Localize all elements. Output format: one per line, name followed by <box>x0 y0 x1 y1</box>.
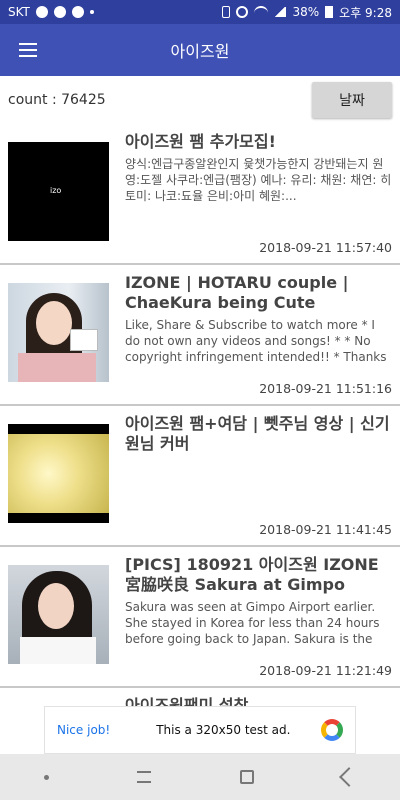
item-description: Like, Share & Subscribe to watch more * … <box>125 318 387 364</box>
battery-icon <box>325 6 334 18</box>
item-title: IZONE | HOTARU couple | ChaeKura being C… <box>125 273 349 312</box>
item-description: 양식:엔급구종알완인지 윷챗가능한지 강반돼는지 원영:도젤 사쿠라:엔급(팸장… <box>125 157 392 203</box>
ad-text: This a 320x50 test ad. <box>156 723 291 737</box>
signal-icon <box>274 7 287 17</box>
wifi-icon <box>254 6 269 18</box>
chat-icon <box>35 6 48 18</box>
item-title: [PICS] 180921 아이즈원 IZONE 宮脇咲良 Sakura at … <box>125 555 379 594</box>
thumbnail-image <box>8 424 109 523</box>
app-title: 아이즈원 <box>170 42 230 61</box>
more-notifications-icon <box>89 10 94 14</box>
ad-banner[interactable]: Nice job! This a 320x50 test ad. <box>44 706 356 754</box>
app-bar: 아이즈원 <box>0 24 400 76</box>
list-item[interactable]: IZONE | HOTARU couple | ChaeKura being C… <box>0 265 400 406</box>
thumbnail-image <box>8 565 109 664</box>
nav-dot-icon[interactable] <box>44 774 50 780</box>
date-sort-button[interactable]: 날짜 <box>312 82 392 118</box>
thumbnail-logo: iᴢo <box>50 186 62 195</box>
notification-icon <box>71 6 84 18</box>
item-date: 2018-09-21 11:21:49 <box>259 663 392 678</box>
item-description: Sakura was seen at Gimpo Airport earlier… <box>125 600 380 646</box>
back-icon[interactable] <box>338 767 359 787</box>
bluetooth-icon <box>222 6 231 18</box>
count-row: count : 76425 날짜 <box>0 76 400 124</box>
recents-icon[interactable] <box>137 771 152 783</box>
battery-percent: 38% <box>292 5 320 19</box>
alarm-icon <box>236 6 249 18</box>
ad-label: Nice job! <box>57 723 111 737</box>
ad-logo-icon <box>321 719 343 741</box>
list-item[interactable]: 아이즈원 팸+여담 | 뻿주님 영상 | 신기원님 커버 2018-09-21 … <box>0 406 400 547</box>
list-item[interactable]: [PICS] 180921 아이즈원 IZONE 宮脇咲良 Sakura at … <box>0 547 400 688</box>
hamburger-icon <box>19 43 37 57</box>
item-date: 2018-09-21 11:41:45 <box>259 522 392 537</box>
status-bar: SKT 38% 오후 9:28 <box>0 0 400 24</box>
thumbnail-image <box>8 283 109 382</box>
count-text: count : 76425 <box>8 92 106 108</box>
thumbnail-image: iᴢo <box>8 142 109 241</box>
menu-button[interactable] <box>0 24 56 76</box>
item-title: 아이즈원 팸 추가모집! <box>125 132 276 151</box>
item-date: 2018-09-21 11:51:16 <box>259 381 392 396</box>
system-navigation-bar <box>0 754 400 800</box>
home-icon[interactable] <box>239 770 254 784</box>
item-date: 2018-09-21 11:57:40 <box>259 240 392 255</box>
app-icon <box>53 6 66 18</box>
status-time: 오후 9:28 <box>339 5 392 20</box>
carrier-label: SKT <box>8 5 30 19</box>
list-item[interactable]: iᴢo 아이즈원 팸 추가모집! 양식:엔급구종알완인지 윷챗가능한지 강반돼는… <box>0 124 400 265</box>
post-list: iᴢo 아이즈원 팸 추가모집! 양식:엔급구종알완인지 윷챗가능한지 강반돼는… <box>0 124 400 768</box>
item-title: 아이즈원 팸+여담 | 뻿주님 영상 | 신기원님 커버 <box>125 414 390 453</box>
